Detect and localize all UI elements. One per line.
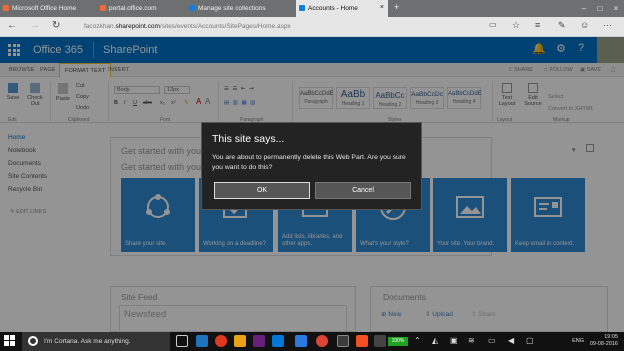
favorite-star-icon[interactable]: ☆: [512, 20, 520, 31]
back-icon[interactable]: ←: [7, 20, 17, 31]
more-icon[interactable]: ···: [603, 20, 612, 30]
sharepoint-icon: [299, 5, 305, 11]
hub-icon[interactable]: ≡: [535, 20, 540, 30]
app-icon[interactable]: [374, 335, 386, 347]
cortana-icon: [28, 336, 38, 346]
office-icon: [100, 5, 106, 11]
file-explorer-icon[interactable]: [234, 335, 246, 347]
browser-tab[interactable]: portal.office.com: [97, 0, 185, 17]
cortana-search[interactable]: I'm Cortana. Ask me anything.: [22, 332, 170, 351]
opera-icon[interactable]: [215, 335, 227, 347]
visual-studio-icon[interactable]: [253, 335, 265, 347]
store-icon[interactable]: [272, 335, 284, 347]
minimize-icon[interactable]: –: [576, 0, 592, 17]
close-window-icon[interactable]: ×: [608, 0, 624, 17]
volume-icon[interactable]: ◀: [508, 336, 514, 345]
office-icon: [3, 5, 9, 11]
web-note-icon[interactable]: ✎: [558, 20, 566, 31]
browser-tab-bar: Microsoft Office Home portal.office.com …: [0, 0, 624, 17]
share-icon[interactable]: ☺: [580, 20, 589, 30]
task-view-icon[interactable]: [176, 335, 188, 347]
window-controls: – □ ×: [576, 0, 624, 17]
network-icon[interactable]: ◭: [432, 336, 438, 345]
browser-tab[interactable]: Microsoft Office Home: [0, 0, 96, 17]
maximize-icon[interactable]: □: [592, 0, 608, 17]
close-tab-icon[interactable]: ×: [380, 4, 384, 11]
office-app-icon[interactable]: [356, 335, 368, 347]
url-field[interactable]: facozkhan.sharepoint.com/sites/events/Ac…: [84, 21, 464, 33]
clock[interactable]: 19:05 09-08-2016: [590, 334, 618, 348]
taskbar: I'm Cortana. Ask me anything. 100% ⌃ ◭ ▣…: [0, 332, 624, 351]
reading-view-icon[interactable]: ▭: [489, 20, 497, 29]
cancel-button[interactable]: Cancel: [315, 182, 411, 199]
sharepoint-icon: [189, 5, 195, 11]
new-tab-button[interactable]: +: [390, 0, 404, 17]
browser-tab[interactable]: Manage site collections: [186, 0, 282, 17]
forward-icon[interactable]: →: [30, 20, 40, 31]
wifi-icon[interactable]: ≋: [468, 336, 475, 345]
mail-icon[interactable]: [295, 335, 307, 347]
refresh-icon[interactable]: ↻: [52, 20, 60, 31]
chrome-icon[interactable]: [316, 335, 328, 347]
confirm-dialog: This site says... You are about to perma…: [201, 122, 422, 210]
language-indicator[interactable]: ENG: [572, 338, 584, 344]
power-icon[interactable]: ▭: [488, 336, 496, 345]
dialog-title: This site says...: [212, 133, 285, 145]
ok-button[interactable]: OK: [214, 182, 310, 199]
dialog-message: You are about to permanently delete this…: [212, 154, 406, 171]
windows-start-icon[interactable]: [4, 335, 16, 347]
address-bar: ← → ↻ facozkhan.sharepoint.com/sites/eve…: [0, 17, 624, 37]
edge-icon[interactable]: [196, 335, 208, 347]
battery-indicator[interactable]: 100%: [388, 337, 408, 346]
browser-tab-active[interactable]: Accounts - Home ×: [296, 0, 388, 17]
app-icon[interactable]: [337, 335, 349, 347]
notification-icon[interactable]: ▣: [450, 336, 458, 345]
arrow-icon[interactable]: ⌃: [414, 336, 421, 345]
message-icon[interactable]: ▢: [526, 336, 534, 345]
